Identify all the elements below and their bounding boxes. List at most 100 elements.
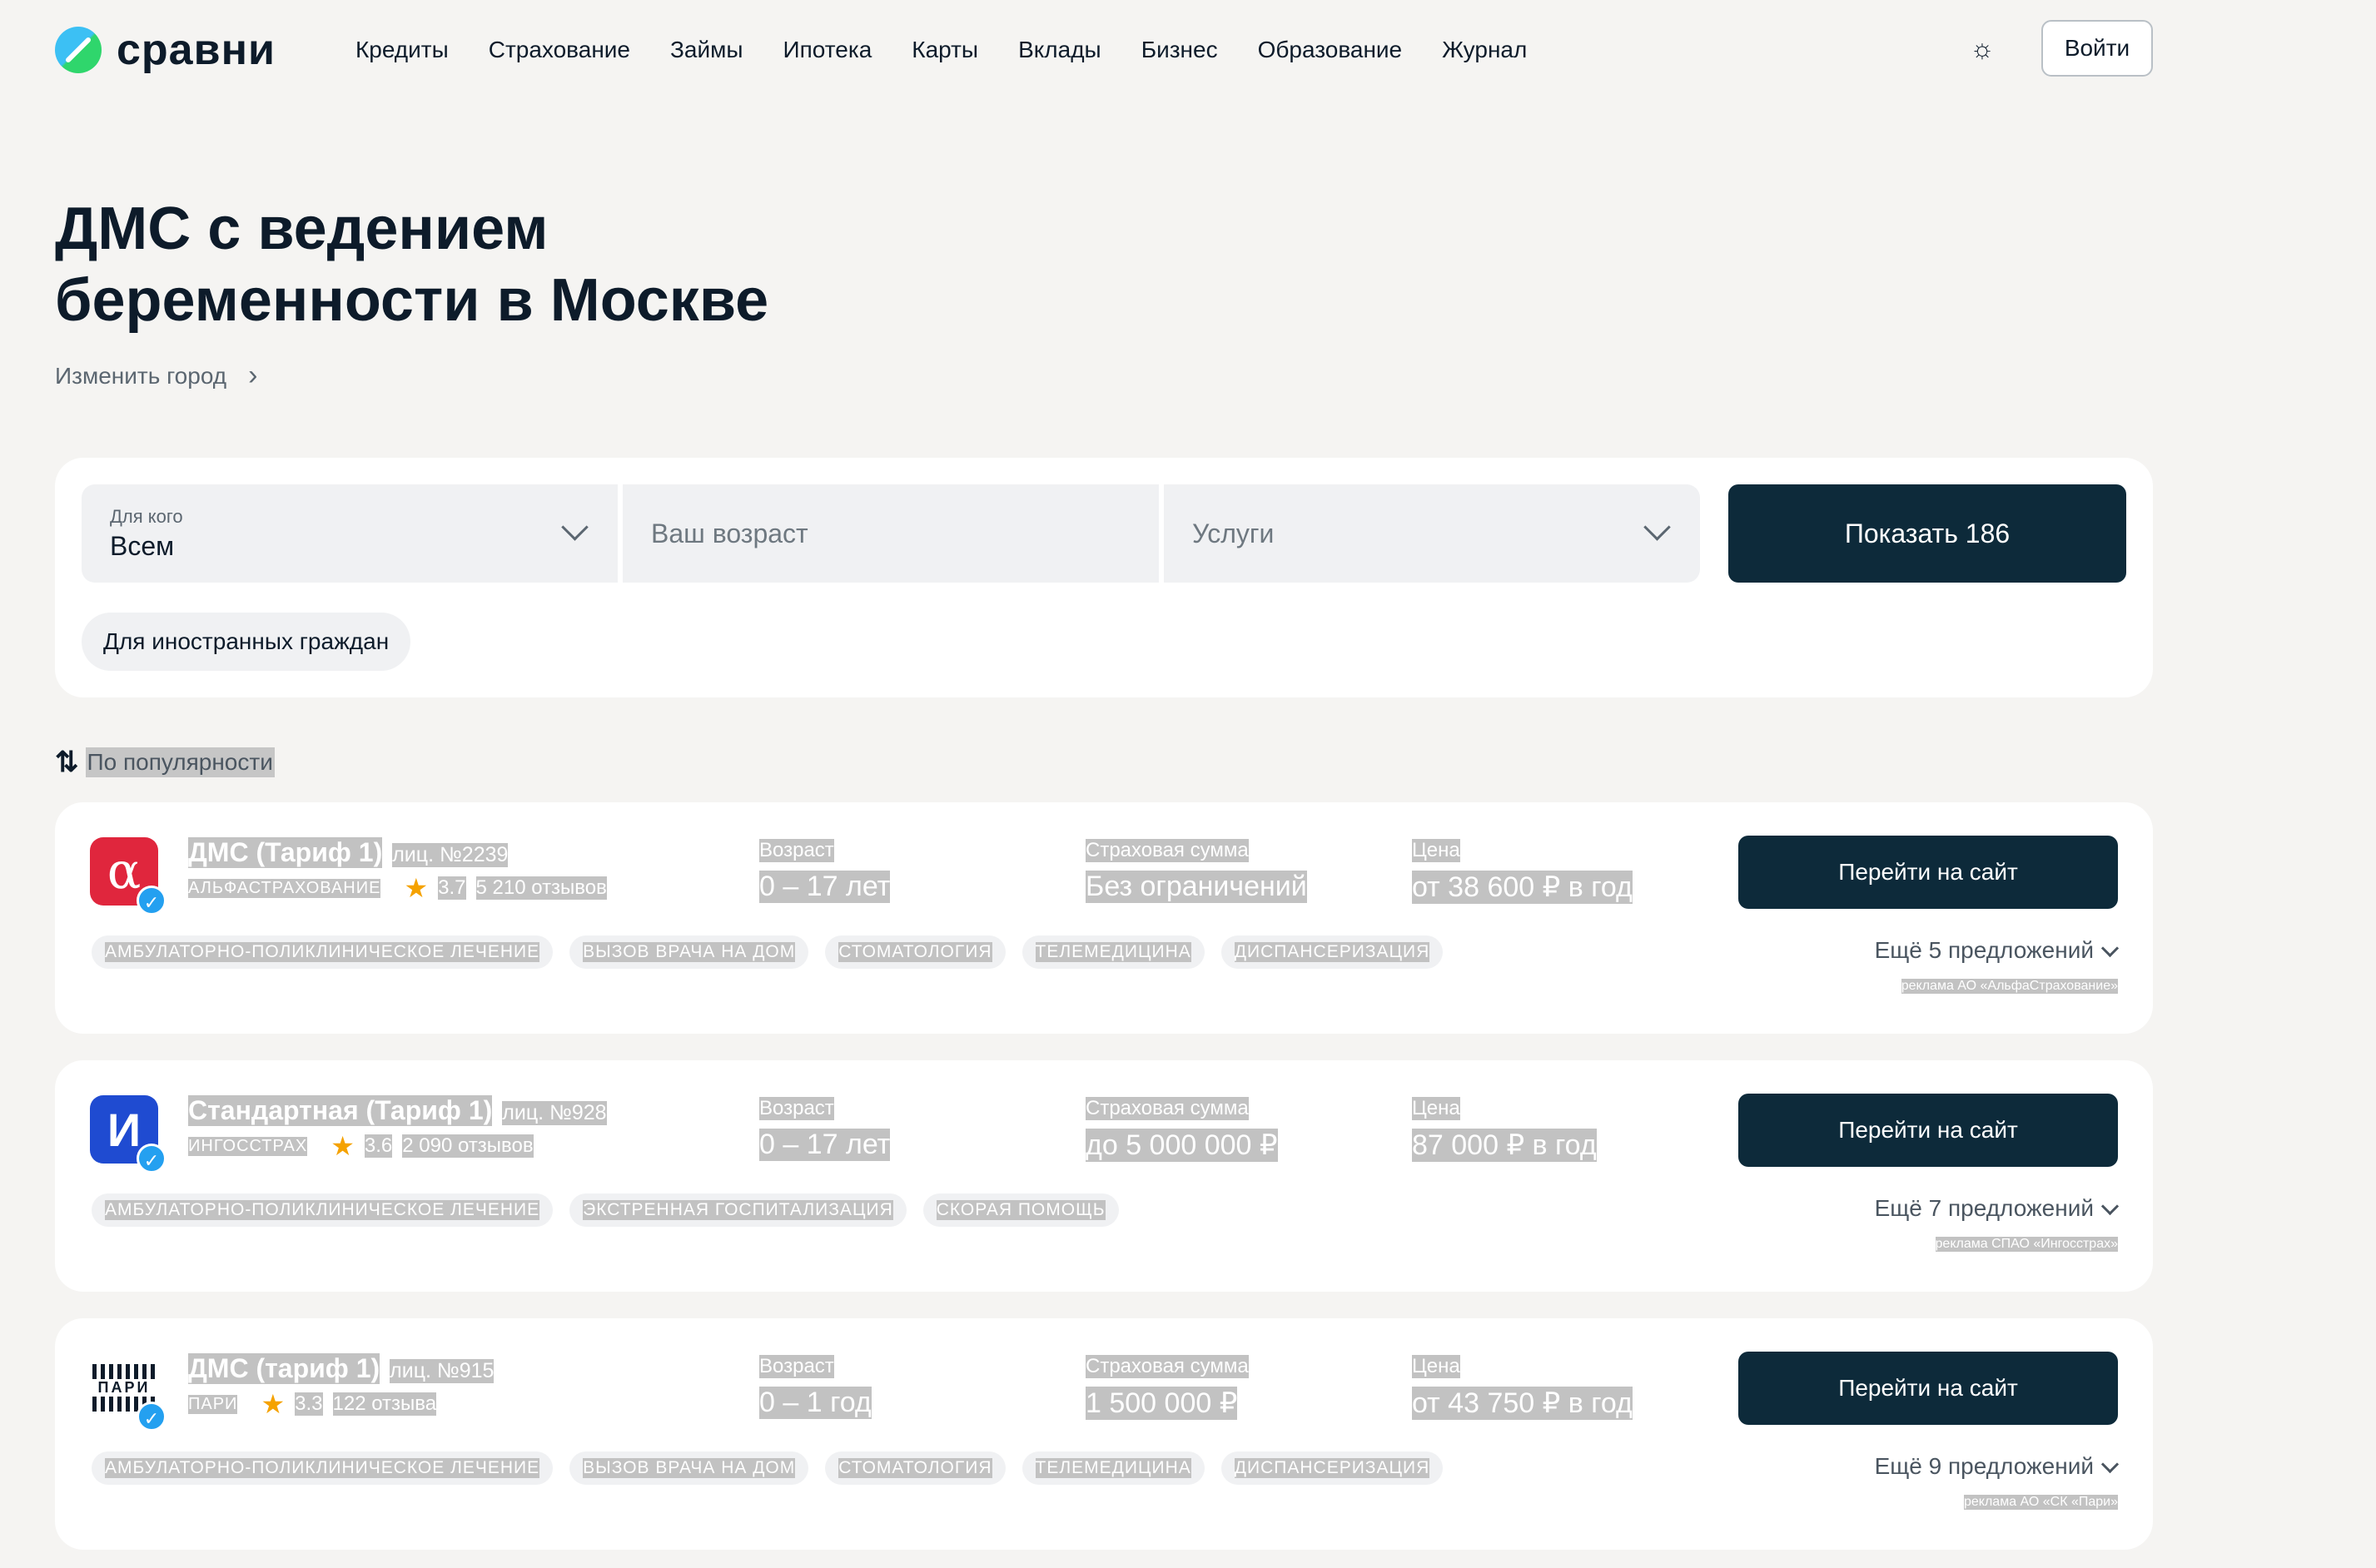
service-tag-label: АМБУЛАТОРНО-ПОЛИКЛИНИЧЕСКОЕ ЛЕЧЕНИЕ xyxy=(105,942,540,962)
age-input[interactable]: Ваш возраст xyxy=(623,484,1159,583)
service-tag-label: АМБУЛАТОРНО-ПОЛИКЛИНИЧЕСКОЕ ЛЕЧЕНИЕ xyxy=(105,1200,540,1220)
site-logo[interactable]: сравни xyxy=(55,25,276,75)
rating-value: 3.6 xyxy=(364,1134,393,1158)
page-title-line-2: беременности в Москве xyxy=(55,267,769,334)
product-line: ДМС (тариф 1) лиц. №915 xyxy=(188,1353,495,1384)
service-tags: АМБУЛАТОРНО-ПОЛИКЛИНИЧЕСКОЕ ЛЕЧЕНИЕ ВЫЗО… xyxy=(92,1451,1444,1485)
sum-value: 1 500 000 ₽ xyxy=(1086,1387,1238,1420)
nav-item-loans[interactable]: Займы xyxy=(670,37,743,63)
price-label: Цена xyxy=(1412,839,1460,862)
service-tag-label: ВЫЗОВ ВРАЧА НА ДОМ xyxy=(583,942,796,962)
alfa-logo-glyph: α xyxy=(107,842,142,901)
more-offers-label: Ещё 5 предложений xyxy=(1874,937,2094,963)
reviews-link[interactable]: 5 210 отзывов xyxy=(475,876,607,900)
service-tag: ВЫЗОВ ВРАЧА НА ДОМ xyxy=(569,1451,809,1485)
goto-site-button[interactable]: Перейти на сайт xyxy=(1738,1352,2118,1425)
sun-icon[interactable]: ☼ xyxy=(1968,34,1996,62)
header-actions: ☼ Войти xyxy=(1968,20,2153,77)
reviews-link[interactable]: 122 отзыва xyxy=(332,1392,437,1416)
change-city-link[interactable]: Изменить город › xyxy=(55,360,257,392)
goto-site-button[interactable]: Перейти на сайт xyxy=(1738,1094,2118,1167)
service-tag-label: АМБУЛАТОРНО-ПОЛИКЛИНИЧЕСКОЕ ЛЕЧЕНИЕ xyxy=(105,1458,540,1478)
license-number: лиц. №915 xyxy=(390,1359,495,1383)
license-number: лиц. №2239 xyxy=(392,843,509,867)
more-offers-label: Ещё 7 предложений xyxy=(1874,1195,2094,1221)
sum-label: Страховая сумма xyxy=(1086,1097,1249,1120)
service-tag: СТОМАТОЛОГИЯ xyxy=(825,1451,1006,1485)
company-name[interactable]: ИНГОССТРАХ xyxy=(188,1136,308,1156)
for-whom-select[interactable]: Для кого Всем xyxy=(82,484,618,583)
more-offers-toggle[interactable]: Ещё 9 предложений xyxy=(1874,1453,2120,1480)
login-button[interactable]: Войти xyxy=(2041,20,2153,77)
foreign-citizens-chip[interactable]: Для иностранных граждан xyxy=(82,613,411,671)
price-label: Цена xyxy=(1412,1355,1460,1378)
rating-value: 3.3 xyxy=(295,1392,323,1416)
nav-item-credits[interactable]: Кредиты xyxy=(355,37,449,63)
nav-item-insurance[interactable]: Страхование xyxy=(489,37,630,63)
service-tag: ЭКСТРЕННАЯ ГОСПИТАЛИЗАЦИЯ xyxy=(569,1193,907,1227)
service-tag-label: СТОМАТОЛОГИЯ xyxy=(838,942,992,962)
company-name[interactable]: АЛЬФАСТРАХОВАНИЕ xyxy=(188,878,381,898)
company-line: ПАРИ ★ 3.3 122 отзыва xyxy=(188,1391,437,1417)
nav-item-business[interactable]: Бизнес xyxy=(1141,37,1218,63)
nav-item-cards[interactable]: Карты xyxy=(912,37,978,63)
show-results-button[interactable]: Показать 186 xyxy=(1728,484,2126,583)
sum-value: Без ограничений xyxy=(1086,871,1307,903)
sum-label: Страховая сумма xyxy=(1086,839,1249,862)
more-offers-toggle[interactable]: Ещё 7 предложений xyxy=(1874,1195,2120,1222)
age-label: Возраст xyxy=(759,1355,834,1378)
change-city-label: Изменить город xyxy=(55,362,227,389)
ad-disclaimer: реклама АО «СК «Пари» xyxy=(1963,1495,2118,1510)
service-tags: АМБУЛАТОРНО-ПОЛИКЛИНИЧЕСКОЕ ЛЕЧЕНИЕ ЭКСТ… xyxy=(92,1193,1119,1227)
age-value: 0 – 17 лет xyxy=(759,871,891,903)
service-tag-label: ВЫЗОВ ВРАЧА НА ДОМ xyxy=(583,1458,796,1478)
company-line: ИНГОССТРАХ ★ 3.6 2 090 отзывов xyxy=(188,1133,534,1159)
page-title-line-1: ДМС с ведением xyxy=(55,196,549,262)
product-name[interactable]: Стандартная (Тариф 1) xyxy=(188,1095,493,1126)
age-label: Возраст xyxy=(759,1097,834,1120)
service-tag: ВЫЗОВ ВРАЧА НА ДОМ xyxy=(569,935,809,969)
sum-label: Страховая сумма xyxy=(1086,1355,1249,1378)
company-line: АЛЬФАСТРАХОВАНИЕ ★ 3.7 5 210 отзывов xyxy=(188,875,607,901)
nav-item-education[interactable]: Образование xyxy=(1258,37,1403,63)
age-column: Возраст 0 – 17 лет xyxy=(759,839,891,903)
offer-card-alfa: α ✓ ДМС (Тариф 1) лиц. №2239 АЛЬФАСТРАХО… xyxy=(55,802,2153,1034)
sum-value: до 5 000 000 ₽ xyxy=(1086,1129,1278,1162)
ad-disclaimer: реклама СПАО «Ингосстрах» xyxy=(1935,1237,2118,1252)
logo-mark-icon xyxy=(55,27,102,73)
service-tag-label: ДИСПАНСЕРИЗАЦИЯ xyxy=(1234,1458,1430,1478)
offer-card-pari: ПАРИ ✓ ДМС (тариф 1) лиц. №915 ПАРИ ★ 3.… xyxy=(55,1318,2153,1550)
ad-disclaimer: реклама АО «АльфаСтрахование» xyxy=(1901,979,2118,994)
license-number: лиц. №928 xyxy=(502,1101,607,1125)
company-name[interactable]: ПАРИ xyxy=(188,1394,238,1414)
more-offers-toggle[interactable]: Ещё 5 предложений xyxy=(1874,937,2120,964)
nav-item-mortgage[interactable]: Ипотека xyxy=(783,37,872,63)
offer-card-ingosstrakh: И ✓ Стандартная (Тариф 1) лиц. №928 ИНГО… xyxy=(55,1060,2153,1292)
chevron-down-icon xyxy=(1643,514,1671,541)
more-offers-label: Ещё 9 предложений xyxy=(1874,1453,2094,1479)
nav-item-journal[interactable]: Журнал xyxy=(1442,37,1527,63)
verified-badge-icon: ✓ xyxy=(137,1144,167,1174)
sort-control[interactable]: ⇅ По популярности xyxy=(55,746,275,779)
service-tag: ДИСПАНСЕРИЗАЦИЯ xyxy=(1220,1451,1444,1485)
service-tag-label: СТОМАТОЛОГИЯ xyxy=(838,1458,992,1478)
product-name[interactable]: ДМС (тариф 1) xyxy=(188,1353,380,1384)
sum-column: Страховая сумма 1 500 000 ₽ xyxy=(1086,1355,1249,1420)
site-header: сравни Кредиты Страхование Займы Ипотека… xyxy=(55,0,2153,100)
age-value: 0 – 1 год xyxy=(759,1387,872,1419)
service-tag: ТЕЛЕМЕДИЦИНА xyxy=(1021,935,1205,969)
for-whom-label: Для кого xyxy=(110,506,183,527)
sort-arrows-icon: ⇅ xyxy=(55,747,79,778)
nav-item-deposits[interactable]: Вклады xyxy=(1018,37,1101,63)
service-tag: ДИСПАНСЕРИЗАЦИЯ xyxy=(1220,935,1444,969)
price-label: Цена xyxy=(1412,1097,1460,1120)
sort-label: По популярности xyxy=(85,747,275,777)
services-select[interactable]: Услуги xyxy=(1164,484,1700,583)
reviews-link[interactable]: 2 090 отзывов xyxy=(402,1134,534,1158)
verified-badge-icon: ✓ xyxy=(137,1402,167,1432)
price-column: Цена 87 000 ₽ в год xyxy=(1412,1097,1597,1162)
goto-site-button[interactable]: Перейти на сайт xyxy=(1738,836,2118,909)
product-name[interactable]: ДМС (Тариф 1) xyxy=(188,837,383,868)
age-column: Возраст 0 – 1 год xyxy=(759,1355,872,1419)
filter-panel: Для кого Всем Ваш возраст Услуги Показат… xyxy=(55,458,2153,697)
